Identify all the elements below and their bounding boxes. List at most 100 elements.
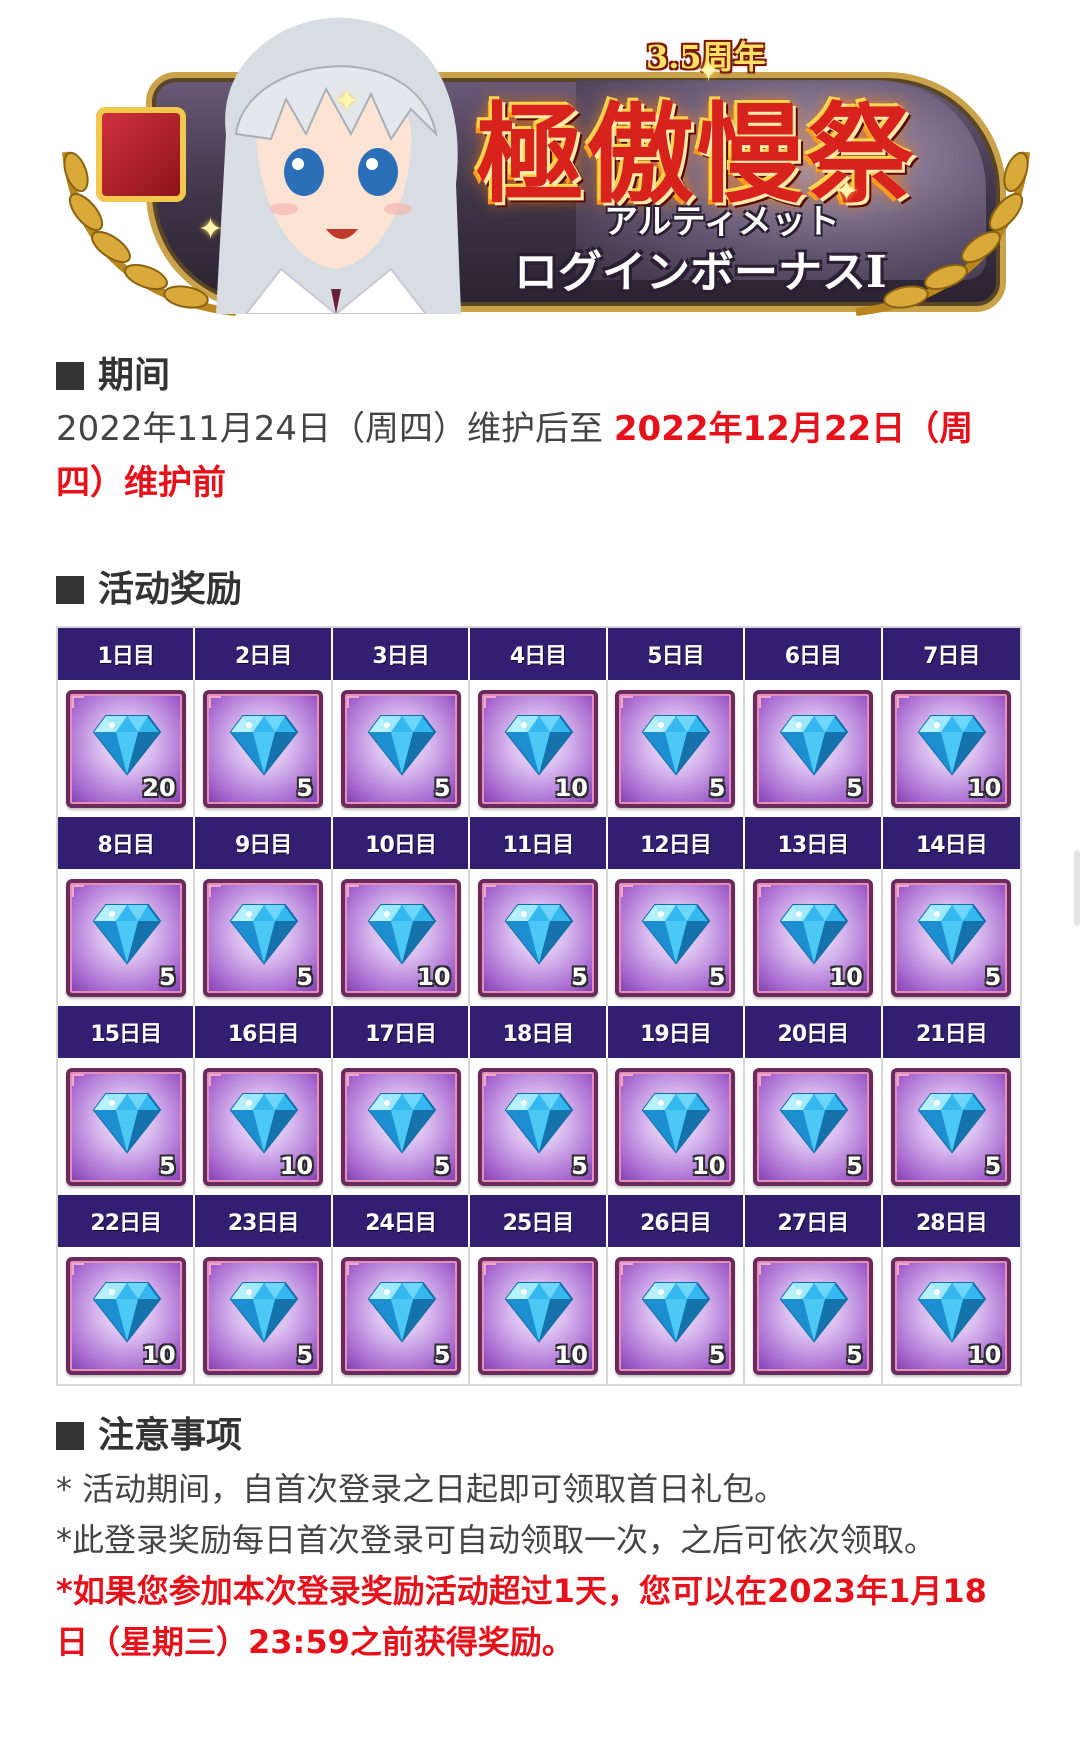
square-bullet-icon bbox=[56, 1422, 84, 1450]
blue-diamond-gem-icon bbox=[504, 714, 574, 776]
frame-corner bbox=[758, 1262, 771, 1275]
reward-item[interactable]: 5 bbox=[615, 878, 736, 997]
reward-item[interactable]: 5 bbox=[340, 1067, 461, 1186]
reward-item[interactable]: 10 bbox=[203, 1067, 324, 1186]
frame-corner bbox=[346, 884, 359, 897]
day-label: 9日目 bbox=[195, 817, 333, 869]
period-text: 2022年11月24日（周四）维护后至 2022年12月22日（周四）维护前 bbox=[56, 402, 996, 510]
reward-quantity: 10 bbox=[967, 773, 1002, 802]
event-banner: 3.5周年 極傲慢祭 アルティメット ログインボーナスⅠ ✦ ✦ ✦ ✦ bbox=[56, 12, 1030, 316]
reward-quantity: 10 bbox=[417, 962, 451, 991]
blue-diamond-gem-icon bbox=[504, 1281, 574, 1343]
blue-diamond-gem-icon bbox=[642, 1281, 711, 1343]
reward-item[interactable]: 5 bbox=[615, 1256, 736, 1375]
reward-item[interactable]: 5 bbox=[203, 1256, 324, 1375]
reward-item[interactable]: 5 bbox=[891, 1067, 1012, 1186]
reward-cell: 10 bbox=[470, 1247, 608, 1384]
note-item: *此登录奖励每日首次登录可自动领取一次，之后可依次领取。 bbox=[56, 1521, 937, 1559]
blue-diamond-gem-icon bbox=[92, 714, 161, 776]
reward-cell: 5 bbox=[470, 1058, 608, 1195]
reward-item[interactable]: 5 bbox=[752, 1256, 873, 1375]
reward-quantity: 5 bbox=[159, 1151, 176, 1180]
reward-quantity: 5 bbox=[296, 773, 314, 802]
frame-corner bbox=[621, 1073, 634, 1086]
reward-item[interactable]: 10 bbox=[477, 1256, 598, 1375]
frame-corner bbox=[897, 1262, 910, 1275]
sparkle-icon: ✦ bbox=[696, 54, 722, 89]
reward-item[interactable]: 10 bbox=[615, 1067, 736, 1186]
day-label: 22日目 bbox=[58, 1195, 196, 1247]
reward-quantity: 5 bbox=[571, 1151, 588, 1180]
reward-item[interactable]: 5 bbox=[477, 1067, 598, 1186]
reward-item[interactable]: 5 bbox=[65, 878, 186, 997]
blue-diamond-gem-icon bbox=[779, 714, 849, 776]
reward-item[interactable]: 5 bbox=[340, 689, 461, 808]
reward-item[interactable]: 5 bbox=[340, 1256, 461, 1375]
frame-corner bbox=[71, 884, 84, 897]
reward-cell: 10 bbox=[882, 1247, 1020, 1384]
day-label: 25日目 bbox=[470, 1195, 608, 1247]
frame-corner bbox=[758, 884, 771, 897]
reward-item[interactable]: 20 bbox=[65, 689, 186, 808]
reward-cell: 5 bbox=[332, 1058, 471, 1195]
frame-corner bbox=[209, 695, 222, 708]
blue-diamond-gem-icon bbox=[504, 903, 574, 965]
frame-corner bbox=[346, 1262, 359, 1275]
frame-corner bbox=[209, 884, 222, 897]
reward-cell: 5 bbox=[882, 1058, 1020, 1195]
reward-quantity: 5 bbox=[984, 962, 1002, 991]
day-label: 14日目 bbox=[882, 817, 1020, 869]
reward-item[interactable]: 10 bbox=[891, 689, 1012, 808]
reward-quantity: 5 bbox=[571, 962, 588, 991]
frame-corner bbox=[346, 1073, 359, 1086]
reward-item[interactable]: 10 bbox=[477, 689, 598, 808]
reward-quantity: 5 bbox=[433, 1340, 451, 1369]
reward-item[interactable]: 10 bbox=[891, 1256, 1012, 1375]
rewards-heading: 活动奖励 bbox=[56, 572, 242, 608]
reward-quantity: 10 bbox=[967, 1340, 1002, 1369]
day-label: 16日目 bbox=[195, 1006, 333, 1058]
blue-diamond-gem-icon bbox=[229, 714, 299, 776]
reward-quantity: 5 bbox=[708, 962, 726, 991]
day-label: 4日目 bbox=[470, 628, 608, 680]
reward-item[interactable]: 5 bbox=[203, 689, 324, 808]
reward-item[interactable]: 5 bbox=[752, 689, 873, 808]
square-bullet-icon bbox=[56, 576, 84, 604]
day-label: 20日目 bbox=[745, 1006, 883, 1058]
reward-quantity: 10 bbox=[829, 962, 863, 991]
frame-corner bbox=[483, 884, 496, 897]
frame-corner bbox=[71, 1262, 84, 1275]
reward-cell: 5 bbox=[745, 1058, 883, 1195]
blue-diamond-gem-icon bbox=[918, 1092, 987, 1154]
reward-quantity: 10 bbox=[554, 1340, 588, 1369]
reward-quantity: 5 bbox=[708, 1340, 726, 1369]
day-label: 27日目 bbox=[745, 1195, 883, 1247]
day-label: 18日目 bbox=[470, 1006, 608, 1058]
reward-quantity: 5 bbox=[846, 1340, 863, 1369]
reward-item[interactable]: 5 bbox=[65, 1067, 186, 1186]
blue-diamond-gem-icon bbox=[367, 903, 436, 965]
reward-item[interactable]: 5 bbox=[615, 689, 736, 808]
banner-subtitle-line2: ログインボーナスⅠ bbox=[514, 247, 887, 298]
reward-item[interactable]: 10 bbox=[65, 1256, 186, 1375]
reward-item[interactable]: 5 bbox=[477, 878, 598, 997]
blue-diamond-gem-icon bbox=[642, 903, 711, 965]
sparkle-icon: ✦ bbox=[834, 174, 860, 209]
blue-diamond-gem-icon bbox=[367, 1092, 436, 1154]
scrollbar-thumb[interactable] bbox=[1074, 850, 1080, 926]
reward-item[interactable]: 5 bbox=[752, 1067, 873, 1186]
reward-item[interactable]: 5 bbox=[891, 878, 1012, 997]
blue-diamond-gem-icon bbox=[229, 903, 299, 965]
frame-corner bbox=[346, 695, 359, 708]
reward-quantity: 10 bbox=[279, 1151, 314, 1180]
reward-cell: 10 bbox=[607, 1058, 746, 1195]
day-label: 7日目 bbox=[882, 628, 1020, 680]
reward-cell: 5 bbox=[607, 869, 746, 1006]
reward-item[interactable]: 5 bbox=[203, 878, 324, 997]
reward-cell: 5 bbox=[607, 680, 746, 817]
reward-item[interactable]: 10 bbox=[752, 878, 873, 997]
reward-item[interactable]: 10 bbox=[340, 878, 461, 997]
blue-diamond-gem-icon bbox=[229, 1281, 299, 1343]
blue-diamond-gem-icon bbox=[779, 1092, 849, 1154]
day-label: 8日目 bbox=[58, 817, 196, 869]
